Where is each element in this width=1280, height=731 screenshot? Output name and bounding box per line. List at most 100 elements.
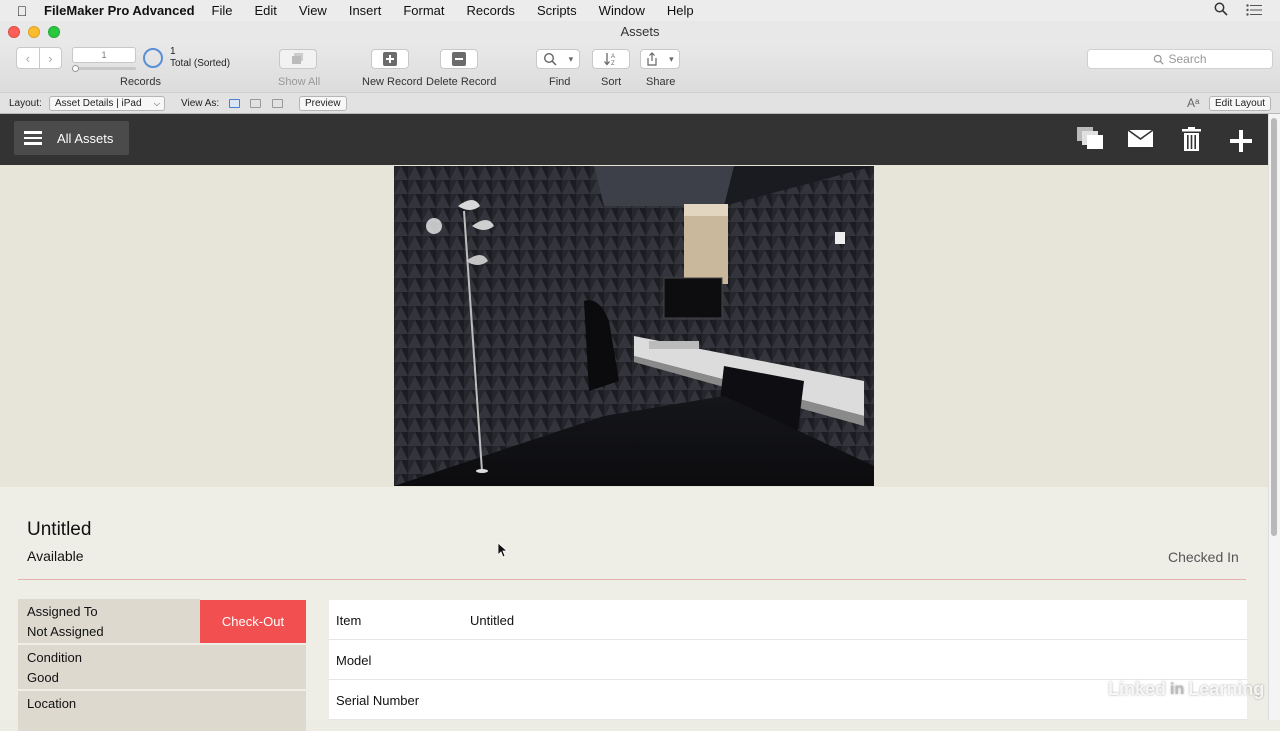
watermark-learning: Learning	[1188, 679, 1265, 699]
asset-fields-panel: Item Untitled Model Serial Number	[329, 600, 1247, 720]
menu-scripts[interactable]: Scripts	[537, 3, 577, 18]
apple-logo-icon[interactable]: 	[0, 3, 44, 19]
photo-image	[394, 166, 874, 486]
total-status: Total (Sorted)	[170, 58, 231, 69]
delete-record-label: Delete Record	[426, 76, 497, 88]
view-as-table-icon[interactable]	[272, 99, 283, 108]
layout-selector-value: Asset Details | iPad	[55, 98, 142, 109]
section-divider	[18, 579, 1246, 580]
quick-find-search-input[interactable]: Search	[1087, 49, 1273, 69]
chevron-down-icon: ▾	[669, 53, 674, 64]
list-menu-icon	[24, 128, 42, 148]
linkedin-learning-watermark: Linked in Learning	[1108, 679, 1264, 700]
duplicate-icon[interactable]	[1077, 127, 1103, 154]
watermark-in: in	[1168, 680, 1187, 699]
checked-in-status: Checked In	[1168, 549, 1239, 565]
menu-insert[interactable]: Insert	[349, 3, 382, 18]
view-as-label: View As:	[181, 98, 220, 109]
assigned-to-value: Not Assigned	[27, 624, 104, 639]
all-assets-button[interactable]: All Assets	[14, 121, 129, 155]
item-value[interactable]: Untitled	[470, 613, 514, 628]
assigned-to-field[interactable]: Assigned To Not Assigned	[18, 599, 200, 643]
next-record-icon[interactable]: ›	[40, 48, 62, 68]
spotlight-search-icon[interactable]	[1214, 2, 1228, 19]
svg-text:A: A	[611, 54, 615, 60]
check-out-button[interactable]: Check-Out	[200, 600, 306, 643]
total-count: 1	[170, 46, 176, 57]
text-formatting-icon[interactable]: Aᵃ	[1187, 96, 1199, 110]
menu-records[interactable]: Records	[467, 3, 515, 18]
menu-edit[interactable]: Edit	[254, 3, 276, 18]
window-title-bar: Assets	[0, 21, 1280, 41]
find-label: Find	[549, 76, 571, 88]
email-icon[interactable]	[1127, 129, 1154, 152]
record-count-pie-icon	[143, 48, 163, 68]
location-label: Location	[27, 696, 77, 711]
find-magnifier-icon	[543, 52, 557, 66]
add-icon[interactable]	[1230, 130, 1252, 157]
share-icon	[647, 52, 657, 66]
delete-record-button[interactable]	[440, 49, 478, 69]
trash-icon[interactable]	[1182, 127, 1201, 156]
show-all-button[interactable]	[279, 49, 317, 69]
search-icon	[1154, 54, 1165, 65]
layout-label: Layout:	[9, 98, 42, 109]
previous-record-icon[interactable]: ‹	[17, 48, 40, 68]
layout-bar: Layout: Asset Details | iPad ⌵ View As: …	[0, 92, 1280, 114]
search-placeholder: Search	[1168, 52, 1207, 66]
asset-photo[interactable]	[394, 166, 874, 486]
menu-app-name[interactable]: FileMaker Pro Advanced	[44, 3, 195, 18]
view-as-form-icon[interactable]	[229, 99, 240, 108]
records-label: Records	[120, 76, 161, 88]
share-label: Share	[646, 76, 676, 88]
sort-label: Sort	[601, 76, 622, 88]
menu-file[interactable]: File	[212, 3, 233, 18]
sort-button[interactable]: AZ	[592, 49, 630, 69]
assigned-to-label: Assigned To	[27, 604, 98, 619]
chevron-down-icon: ⌵	[153, 99, 160, 108]
show-all-label: Show All	[278, 76, 321, 88]
menu-help[interactable]: Help	[667, 3, 694, 18]
current-record-field[interactable]: 1	[72, 47, 136, 63]
edit-layout-button[interactable]: Edit Layout	[1209, 96, 1272, 111]
asset-details: Untitled Available Checked In Assigned T…	[0, 487, 1268, 731]
sort-icon: AZ	[604, 53, 615, 66]
record-content: Untitled Available Checked In Assigned T…	[0, 165, 1268, 731]
menu-view[interactable]: View	[299, 3, 327, 18]
new-record-label: New Record	[362, 76, 423, 88]
show-all-icon	[292, 53, 303, 64]
find-button[interactable]: ▾	[536, 49, 580, 69]
delete-record-icon	[452, 52, 466, 66]
asset-title: Untitled	[27, 519, 92, 540]
view-as-list-icon[interactable]	[250, 99, 261, 108]
status-toolbar: ‹ › 1 Records 1 Total (Sorted) Show All …	[0, 41, 1280, 92]
condition-label: Condition	[27, 650, 82, 665]
model-label: Model	[336, 653, 372, 668]
notification-center-icon[interactable]	[1246, 3, 1262, 19]
menu-format[interactable]: Format	[403, 3, 444, 18]
watermark-linked: Linked	[1108, 679, 1167, 699]
serial-number-label: Serial Number	[336, 693, 420, 708]
item-field[interactable]: Item Untitled	[329, 600, 1247, 640]
preview-button[interactable]: Preview	[299, 96, 347, 111]
layout-selector[interactable]: Asset Details | iPad ⌵	[49, 96, 165, 111]
model-field[interactable]: Model	[329, 640, 1247, 680]
record-total: 1 Total (Sorted)	[170, 46, 230, 70]
record-navigation: ‹ ›	[16, 47, 62, 69]
all-assets-label: All Assets	[57, 130, 114, 146]
menu-window[interactable]: Window	[599, 3, 645, 18]
condition-field[interactable]: Condition Good	[18, 645, 306, 689]
record-slider-handle[interactable]	[72, 65, 79, 72]
location-field[interactable]: Location	[18, 691, 306, 731]
share-button[interactable]: ▾	[640, 49, 680, 69]
chevron-down-icon: ▾	[568, 53, 574, 64]
macos-menu-bar:  FileMaker Pro Advanced File Edit View …	[0, 0, 1280, 21]
record-slider[interactable]	[72, 67, 136, 70]
new-record-icon	[383, 52, 397, 66]
condition-value: Good	[27, 670, 59, 685]
item-label: Item	[336, 613, 362, 628]
new-record-button[interactable]	[371, 49, 409, 69]
scrollbar-thumb[interactable]	[1271, 118, 1277, 536]
svg-text:Z: Z	[611, 61, 615, 66]
mouse-cursor-icon	[497, 542, 509, 563]
